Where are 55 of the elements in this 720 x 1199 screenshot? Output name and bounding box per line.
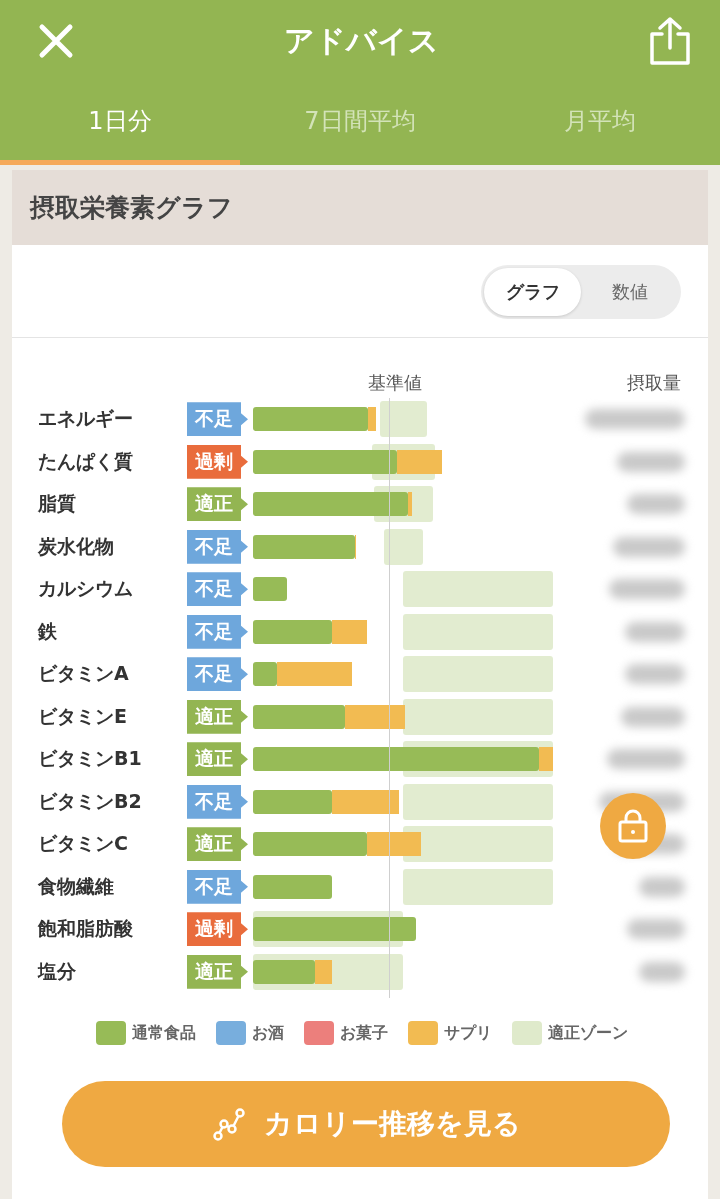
calorie-trend-button[interactable]: カロリー推移を見る: [62, 1081, 670, 1167]
nutrient-name: 食物繊維: [38, 873, 114, 899]
blurred-value: [621, 706, 685, 727]
blurred-value: [639, 961, 685, 982]
status-badge: 適正: [187, 954, 248, 989]
nutrient-name: ビタミンC: [38, 831, 128, 857]
blurred-value: [625, 621, 685, 642]
status-badge: 不足: [187, 657, 248, 692]
status-badge: 不足: [187, 402, 248, 437]
status-badge: 過剰: [187, 912, 248, 947]
status-badge: 適正: [187, 742, 248, 777]
legend-label: お菓子: [339, 1022, 388, 1044]
nutrient-name: エネルギー: [38, 406, 133, 432]
blurred-value: [613, 536, 685, 557]
toggle-option[interactable]: 数値: [581, 268, 678, 316]
close-icon[interactable]: [38, 23, 74, 59]
nutrient-name: たんぱく質: [38, 448, 133, 474]
toggle-option[interactable]: グラフ: [484, 268, 581, 316]
status-badge: 適正: [187, 699, 248, 734]
share-icon[interactable]: [648, 16, 692, 66]
nutrient-name: ビタミンA: [38, 661, 129, 687]
legend-label: お酒: [251, 1022, 284, 1044]
card-title: 摂取栄養素グラフ: [12, 170, 708, 245]
nutrient-name: 鉄: [38, 618, 57, 644]
nutrient-name: ビタミンB1: [38, 746, 142, 772]
status-badge: 不足: [187, 529, 248, 564]
blurred-value: [627, 494, 685, 515]
nutrient-name: 脂質: [38, 491, 76, 517]
tab[interactable]: 1日分: [0, 82, 240, 165]
status-badge: 不足: [187, 869, 248, 904]
legend-label: 通常食品: [131, 1022, 196, 1044]
blurred-value: [625, 664, 685, 685]
tab[interactable]: 月平均: [480, 82, 720, 165]
nutrient-name: 塩分: [38, 958, 76, 984]
status-badge: 不足: [187, 614, 248, 649]
status-badge: 不足: [187, 572, 248, 607]
nutrient-name: ビタミンE: [38, 703, 127, 729]
blurred-value: [639, 876, 685, 897]
tab[interactable]: 7日間平均: [240, 82, 480, 165]
column-header: 基準値: [368, 371, 422, 395]
blurred-value: [617, 451, 685, 472]
status-badge: 過剰: [187, 444, 248, 479]
legend-label: 適正ゾーン: [547, 1022, 628, 1044]
legend-label: サプリ: [443, 1022, 492, 1044]
nutrient-name: ビタミンB2: [38, 788, 142, 814]
screen-title: アドバイス: [283, 21, 439, 60]
nutrient-name: カルシウム: [38, 576, 133, 602]
status-badge: 適正: [187, 487, 248, 522]
line-chart-icon: [211, 1107, 246, 1141]
column-header: 摂取量: [627, 371, 681, 395]
status-badge: 適正: [187, 827, 248, 862]
nutrient-name: 飽和脂肪酸: [38, 916, 133, 942]
nutrient-name: 炭水化物: [38, 533, 114, 559]
blurred-value: [627, 919, 685, 940]
status-badge: 不足: [187, 784, 248, 819]
